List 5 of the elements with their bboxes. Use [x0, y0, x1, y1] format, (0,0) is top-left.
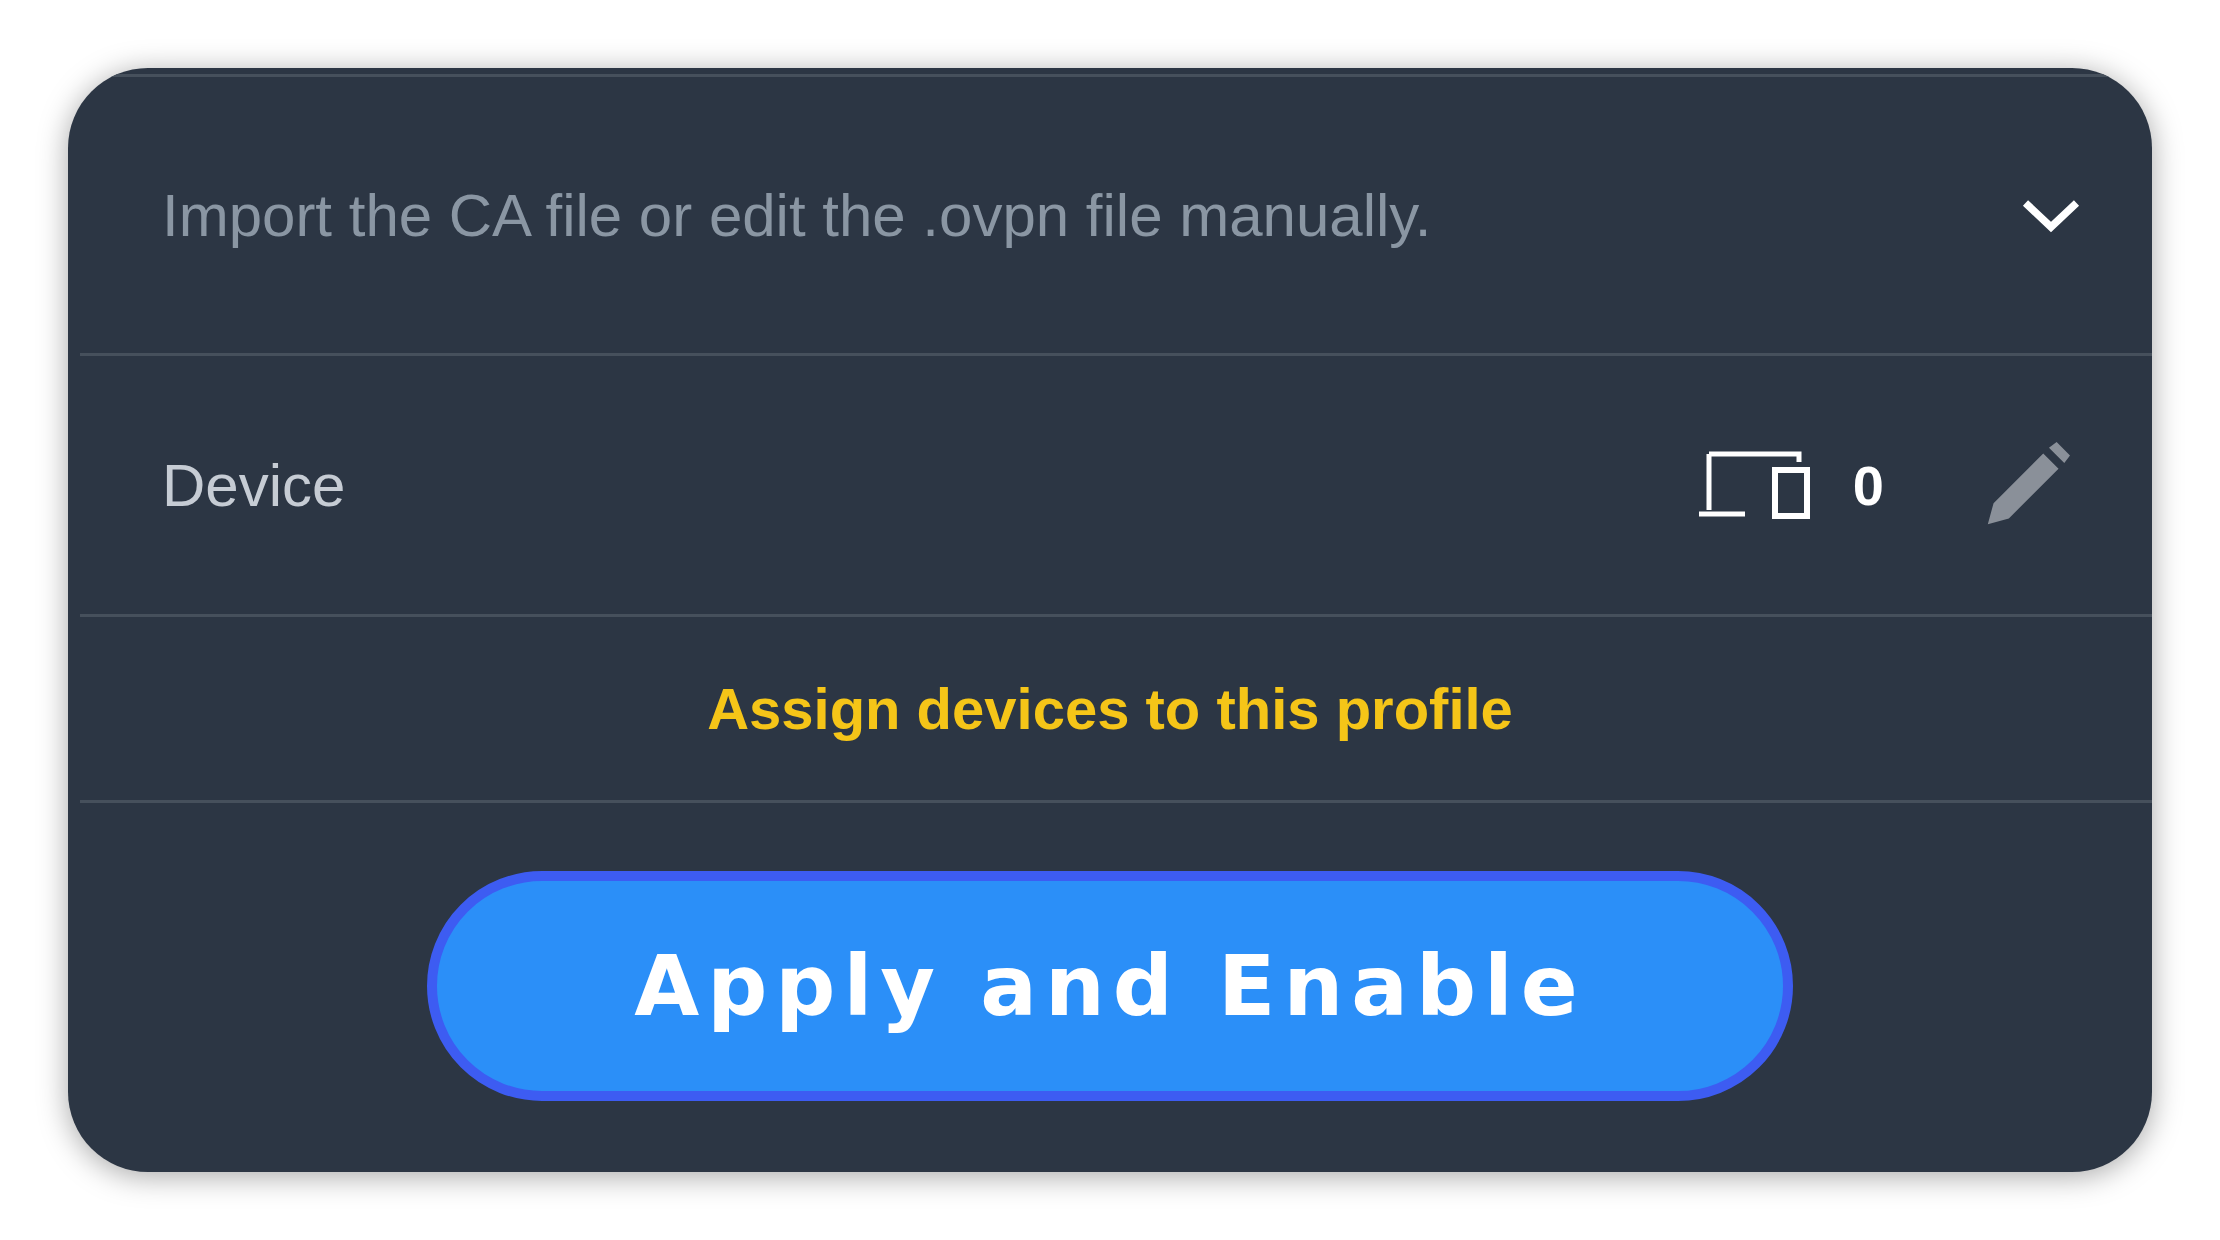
device-label: Device [162, 450, 346, 520]
device-count: 0 [1852, 452, 1884, 518]
devices-icon [1698, 449, 1811, 521]
assign-devices-link[interactable]: Assign devices to this profile [707, 675, 1513, 742]
instruction-text: Import the CA file or edit the .ovpn file manually. [162, 180, 1432, 250]
